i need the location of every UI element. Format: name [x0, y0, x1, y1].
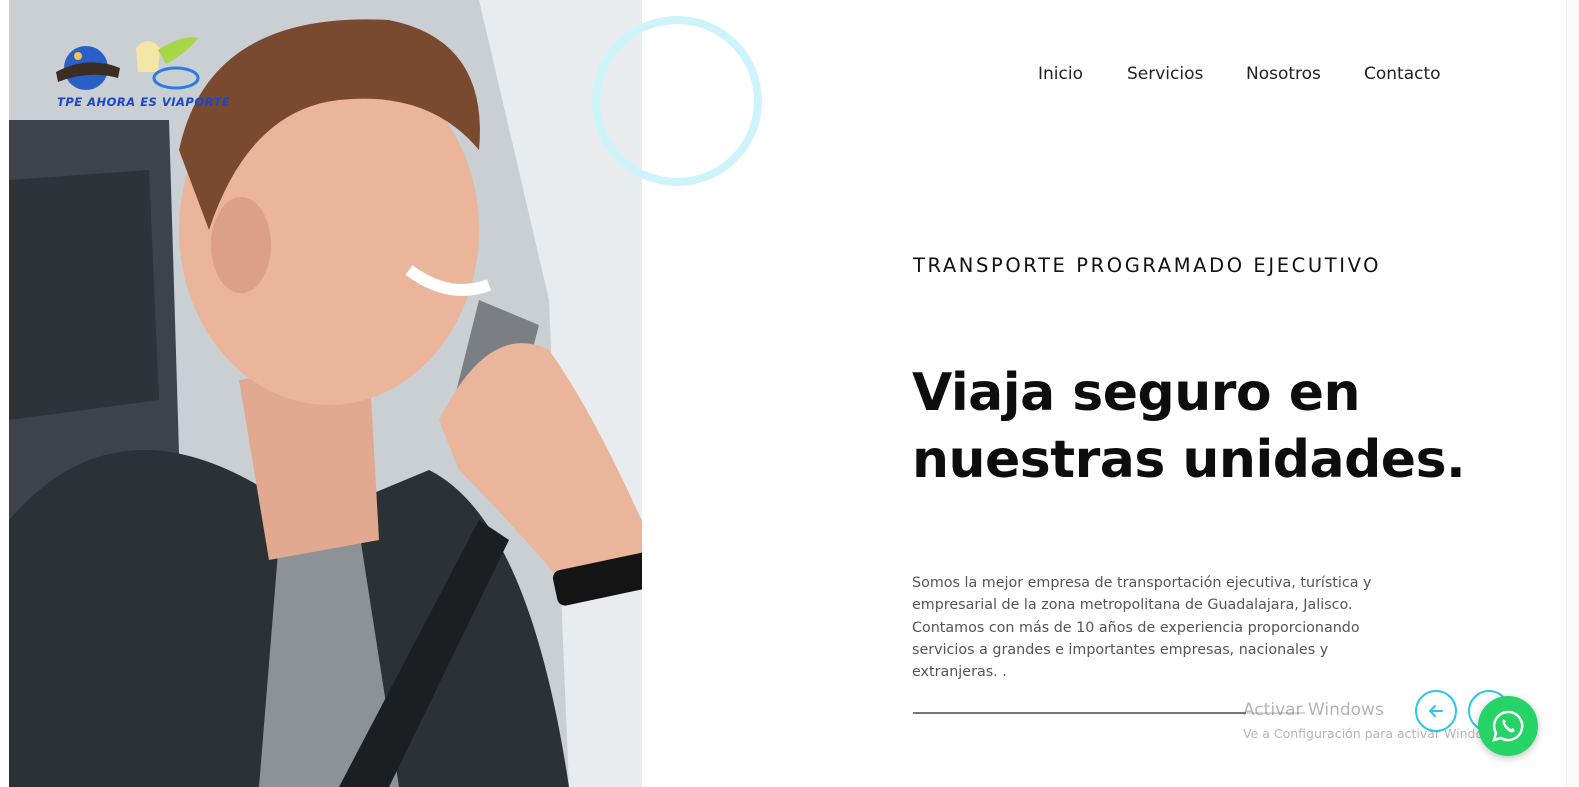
whatsapp-icon — [1492, 710, 1524, 742]
windows-activation-title: Activar Windows — [1243, 700, 1384, 720]
hero-headline: Viaja seguro en nuestras unidades. — [912, 360, 1512, 494]
nav-link-servicios[interactable]: Servicios — [1127, 64, 1203, 84]
whatsapp-chat-button[interactable] — [1478, 696, 1538, 756]
hero-headline-line-1: Viaja seguro en — [912, 363, 1360, 423]
decorative-ring — [592, 16, 762, 186]
arrow-left-icon — [1429, 705, 1443, 717]
slider-prev-button[interactable] — [1415, 690, 1457, 732]
page-scrollbar[interactable] — [1566, 0, 1579, 787]
page-left-edge — [0, 0, 9, 787]
nav-link-nosotros[interactable]: Nosotros — [1246, 64, 1321, 84]
hero-description: Somos la mejor empresa de transportación… — [912, 575, 1372, 681]
logo-caption: TPE AHORA ES VIAPORTE — [57, 95, 231, 109]
nav-link-contacto[interactable]: Contacto — [1364, 64, 1441, 84]
slider-progress-fill — [913, 712, 1247, 714]
man-on-phone-illustration — [9, 0, 642, 787]
nav-link-inicio[interactable]: Inicio — [1038, 64, 1083, 84]
hero-eyebrow: TRANSPORTE PROGRAMADO EJECUTIVO — [913, 254, 1382, 277]
hero-headline-line-2: nuestras unidades. — [912, 430, 1466, 490]
hero-photo — [9, 0, 642, 787]
windows-activation-subtitle: Ve a Configuración para activar Windows. — [1243, 726, 1504, 741]
